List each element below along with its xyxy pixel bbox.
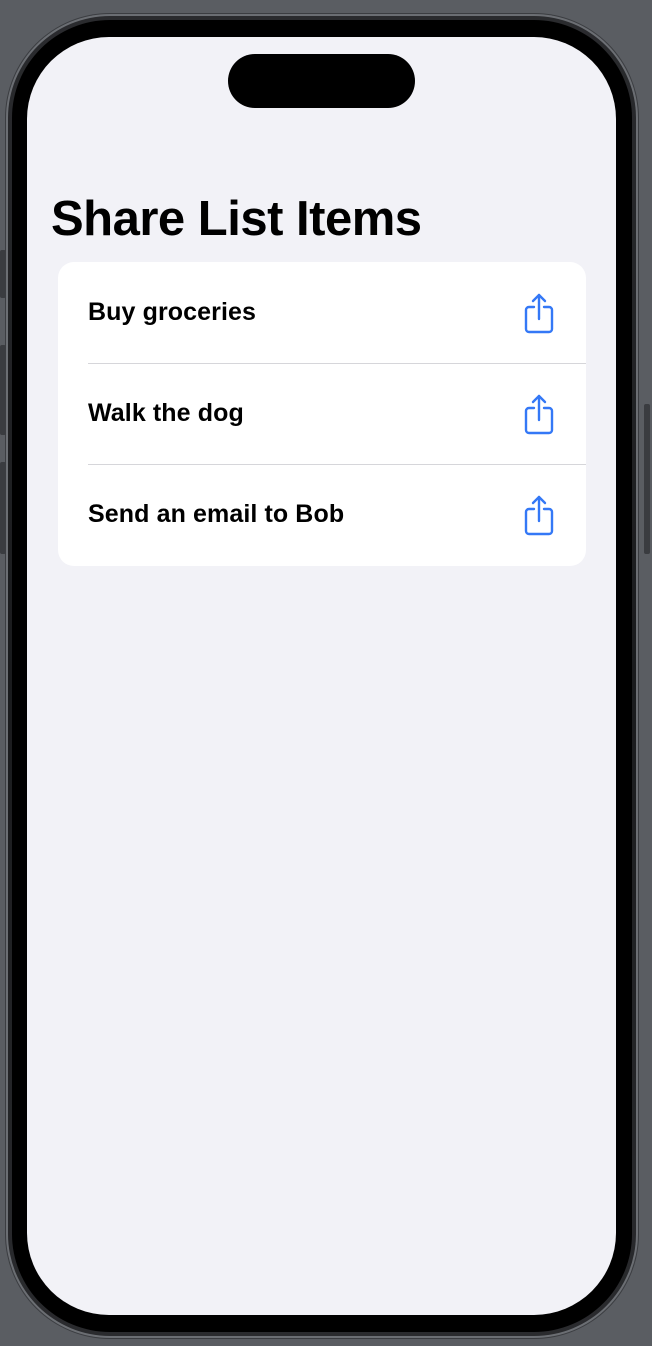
list-item: Buy groceries <box>58 262 586 363</box>
list-item: Walk the dog <box>58 363 586 464</box>
share-icon <box>524 293 554 333</box>
share-icon <box>524 495 554 535</box>
share-button[interactable] <box>522 493 556 537</box>
page-title: Share List Items <box>51 192 422 246</box>
volume-up-button <box>0 345 6 435</box>
share-button[interactable] <box>522 291 556 335</box>
share-list: Buy groceries Walk the dog Send an email… <box>58 262 586 566</box>
list-item: Send an email to Bob <box>58 464 586 565</box>
power-button <box>644 404 650 554</box>
dynamic-island <box>228 54 415 108</box>
list-item-label: Walk the dog <box>88 399 244 427</box>
list-item-label: Send an email to Bob <box>88 500 345 528</box>
phone-screen: Share List Items Buy groceries Walk the … <box>27 37 616 1315</box>
list-item-label: Buy groceries <box>88 298 257 326</box>
share-button[interactable] <box>522 392 556 436</box>
share-icon <box>524 394 554 434</box>
action-button <box>0 250 6 298</box>
volume-down-button <box>0 462 6 554</box>
